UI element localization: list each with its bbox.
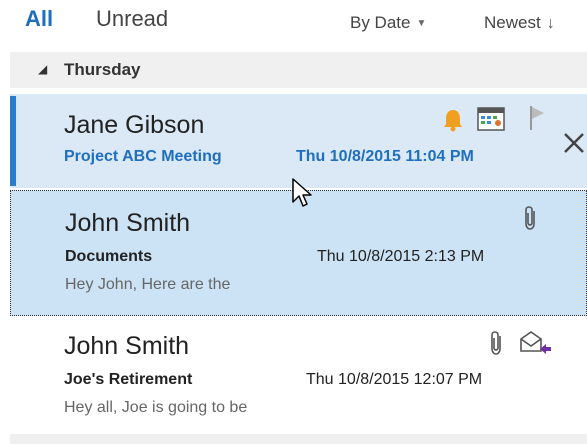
sort-order-label: Newest xyxy=(484,13,541,32)
message-item[interactable]: John Smith Joe's Retirement Thu 10/8/201… xyxy=(10,318,587,430)
list-bottom-divider xyxy=(10,434,587,444)
reply-icon xyxy=(520,331,551,354)
group-header-thursday[interactable]: ◢ Thursday xyxy=(10,52,587,88)
message-date: Thu 10/8/2015 12:07 PM xyxy=(306,371,483,388)
bell-icon[interactable] xyxy=(442,108,464,132)
filter-bar: All Unread By Date ▼ Newest ↓ xyxy=(0,0,587,46)
message-item[interactable]: Jane Gibson Project ABC Meeting Thu 10/8… xyxy=(10,94,587,188)
message-preview: Hey John, Here are the xyxy=(65,276,231,293)
message-sender: John Smith xyxy=(64,332,190,360)
mouse-pointer-icon xyxy=(292,178,312,207)
group-label: Thursday xyxy=(64,60,141,79)
close-icon[interactable] xyxy=(561,130,587,156)
message-preview: Hey all, Joe is going to be xyxy=(64,399,248,416)
paperclip-icon xyxy=(491,331,501,355)
message-subject: Documents xyxy=(65,248,153,265)
message-date: Thu 10/8/2015 2:13 PM xyxy=(317,248,485,265)
filter-tab-unread[interactable]: Unread xyxy=(96,6,168,32)
message-sender: John Smith xyxy=(65,209,191,237)
message-subject: Joe's Retirement xyxy=(64,371,193,388)
message-sender: Jane Gibson xyxy=(64,111,205,139)
sort-order-toggle[interactable]: Newest ↓ xyxy=(484,13,555,33)
sort-by-label: By Date xyxy=(350,13,411,32)
chevron-down-icon: ▼ xyxy=(416,18,427,29)
collapse-triangle-icon[interactable]: ◢ xyxy=(38,62,47,76)
message-date: Thu 10/8/2015 11:04 PM xyxy=(296,148,474,165)
sort-by-dropdown[interactable]: By Date ▼ xyxy=(350,13,426,33)
filter-tab-all[interactable]: All xyxy=(25,6,53,32)
flag-icon[interactable] xyxy=(528,105,546,131)
unread-indicator-bar xyxy=(10,96,16,186)
message-subject: Project ABC Meeting xyxy=(64,148,222,165)
paperclip-icon xyxy=(525,206,535,230)
calendar-icon[interactable] xyxy=(477,105,505,131)
arrow-down-icon: ↓ xyxy=(546,15,555,32)
